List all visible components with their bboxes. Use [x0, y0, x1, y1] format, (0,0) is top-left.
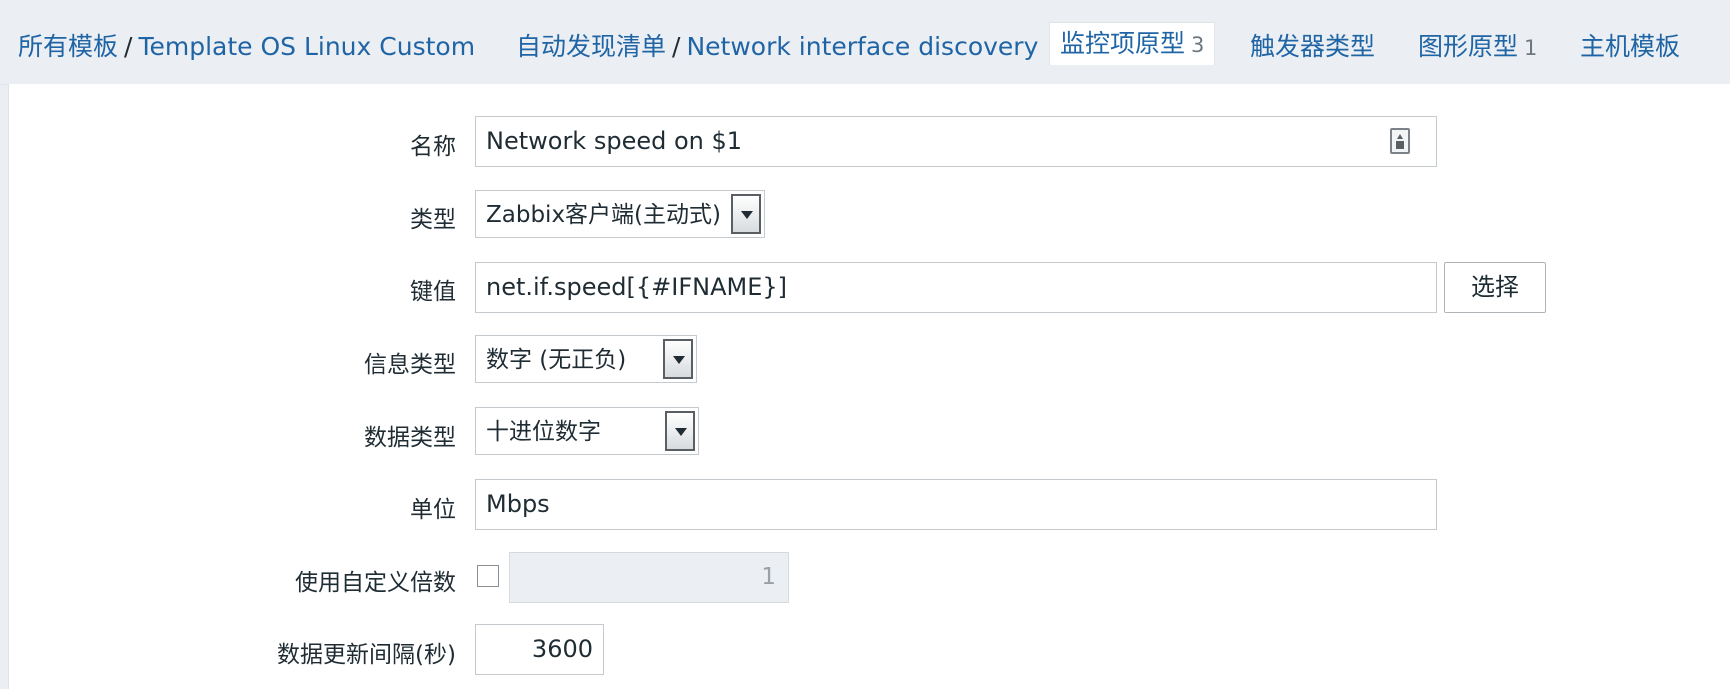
tab-graph-prototypes-count: 1 [1524, 36, 1538, 60]
update-interval-label: 数据更新间隔(秒) [277, 642, 456, 668]
units-input[interactable]: Mbps [475, 479, 1437, 530]
macro-upload-icon[interactable] [1390, 128, 1410, 154]
data-type-label: 数据类型 [364, 425, 456, 451]
breadcrumb-templates: 所有模板 / Template OS Linux Custom [18, 27, 475, 63]
update-interval-input[interactable]: 3600 [475, 624, 604, 675]
chevron-down-icon[interactable] [663, 339, 693, 379]
chevron-down-icon[interactable] [731, 194, 761, 234]
key-input-value: net.if.speed[{#IFNAME}] [486, 273, 788, 301]
data-type-select-value: 十进位数字 [486, 419, 601, 445]
key-label: 键值 [410, 279, 456, 305]
tab-host-templates[interactable]: 主机模板 [1580, 27, 1680, 63]
name-input[interactable]: Network speed on $1 [475, 116, 1437, 167]
type-select[interactable]: Zabbix客户端(主动式) [475, 190, 765, 238]
tab-graph-prototypes-label: 图形原型 [1418, 32, 1519, 61]
tab-trigger-prototypes[interactable]: 触发器类型 [1250, 27, 1375, 63]
info-type-label: 信息类型 [364, 352, 456, 378]
key-input[interactable]: net.if.speed[{#IFNAME}] [475, 262, 1437, 313]
breadcrumb-all-templates[interactable]: 所有模板 [18, 32, 118, 61]
custom-multiplier-label: 使用自定义倍数 [295, 570, 456, 596]
custom-multiplier-value: 1 [761, 564, 776, 590]
tab-host-templates-label: 主机模板 [1580, 32, 1681, 61]
tab-item-prototypes[interactable]: 监控项原型 3 [1049, 22, 1216, 65]
breadcrumb-template-name[interactable]: Template OS Linux Custom [138, 32, 475, 61]
type-label: 类型 [410, 207, 456, 233]
breadcrumb-separator: / [124, 32, 133, 61]
type-select-value: Zabbix客户端(主动式) [486, 202, 721, 228]
item-prototype-form: 名称 Network speed on $1 类型 Zabbix客户端(主动式)… [8, 84, 1730, 689]
tab-item-prototypes-count: 3 [1191, 33, 1205, 57]
custom-multiplier-checkbox[interactable] [477, 565, 499, 587]
info-type-select-value: 数字 (无正负) [486, 347, 627, 373]
update-interval-value: 3600 [531, 635, 593, 663]
breadcrumb-discovery: 自动发现清单 / Network interface discovery [516, 27, 1038, 63]
tab-graph-prototypes[interactable]: 图形原型 1 [1418, 27, 1537, 63]
units-input-value: Mbps [486, 490, 550, 518]
breadcrumb-discovery-list[interactable]: 自动发现清单 [516, 32, 666, 61]
name-label: 名称 [410, 134, 456, 160]
custom-multiplier-input: 1 [509, 552, 789, 603]
top-navigation: 所有模板 / Template OS Linux Custom 自动发现清单 / Net… [0, 0, 1730, 85]
info-type-select[interactable]: 数字 (无正负) [475, 335, 697, 383]
name-input-value: Network speed on $1 [486, 127, 743, 155]
tab-item-prototypes-label: 监控项原型 [1060, 29, 1186, 58]
data-type-select[interactable]: 十进位数字 [475, 407, 699, 455]
units-label: 单位 [410, 497, 456, 523]
breadcrumb-separator: / [672, 32, 681, 61]
breadcrumb-discovery-rule[interactable]: Network interface discovery [686, 32, 1038, 61]
chevron-down-icon[interactable] [665, 411, 695, 451]
tab-trigger-prototypes-label: 触发器类型 [1250, 32, 1376, 61]
key-select-button[interactable]: 选择 [1444, 262, 1546, 313]
